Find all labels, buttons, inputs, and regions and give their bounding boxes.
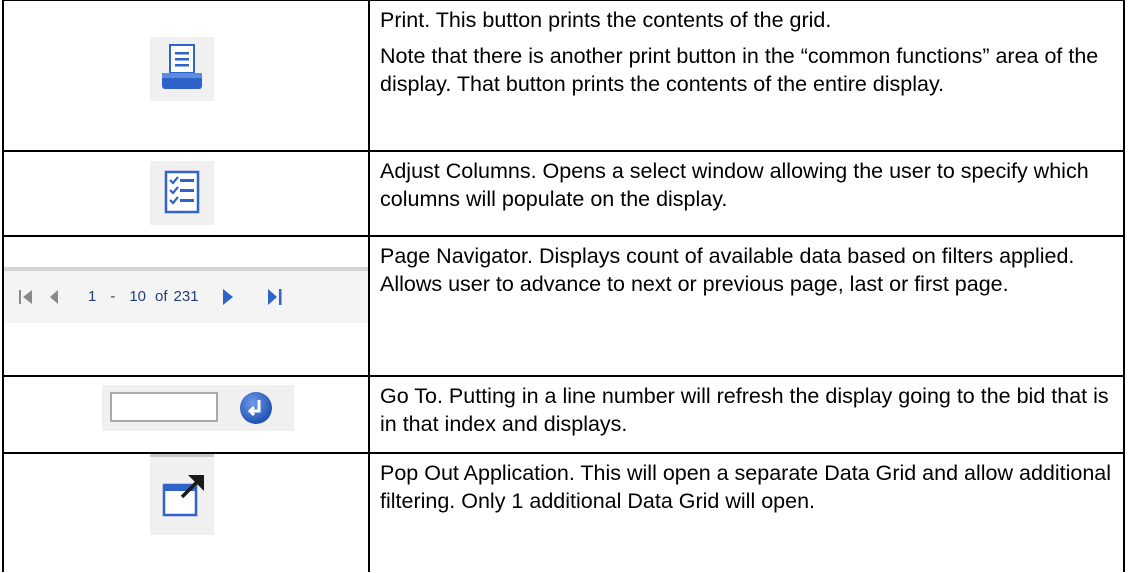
total-count: 231 [173,288,199,305]
description-cell: Print. This button prints the contents o… [368,0,1125,152]
description-cell: Adjust Columns. Opens a select window al… [368,149,1125,237]
description-cell: Go To. Putting in a line number will ref… [368,374,1125,454]
description-text: Note that there is another print button … [380,44,1099,96]
description-text: Adjust Columns. Opens a select window al… [380,158,1089,211]
icon-cell [2,451,370,572]
page-navigator: 1 - 10 of 231 [4,266,368,323]
icon-cell [2,374,370,454]
table-row: Pop Out Application. This will open a se… [2,451,1125,572]
table-row: Print. This button prints the contents o… [2,0,1125,152]
range-start: 1 [88,288,97,305]
range-end: 10 [129,288,147,305]
description-cell: Page Navigator. Displays count of availa… [368,234,1125,377]
icon-cell [2,149,370,237]
of-label: of [155,288,168,305]
line-number-input[interactable] [110,391,218,422]
adjust-columns-icon[interactable] [150,160,214,225]
description-text: Pop Out Application. This will open a se… [380,460,1112,513]
description-text: Print. This button prints the contents o… [380,8,832,32]
go-to-icon[interactable] [240,391,272,424]
pop-out-icon[interactable] [150,453,214,535]
description-cell: Pop Out Application. This will open a se… [368,451,1125,572]
table-row: Go To. Putting in a line number will ref… [2,374,1125,454]
table-row: Adjust Columns. Opens a select window al… [2,149,1125,237]
range-dash: - [110,288,116,305]
toolbar-help-table: Print. This button prints the contents o… [2,0,1125,572]
print-icon[interactable] [150,37,214,101]
icon-cell [2,0,370,152]
description-text: Go To. Putting in a line number will ref… [380,383,1109,436]
icon-cell: 1 - 10 of 231 [2,234,370,377]
next-page-icon[interactable] [221,287,235,307]
last-page-icon[interactable] [267,287,283,307]
first-page-icon[interactable] [18,288,34,306]
description-text: Page Navigator. Displays count of availa… [380,243,1075,296]
go-to-control [102,384,294,431]
table-row: 1 - 10 of 231 Page Navigator. Displays c… [2,234,1125,377]
previous-page-icon[interactable] [48,288,60,306]
